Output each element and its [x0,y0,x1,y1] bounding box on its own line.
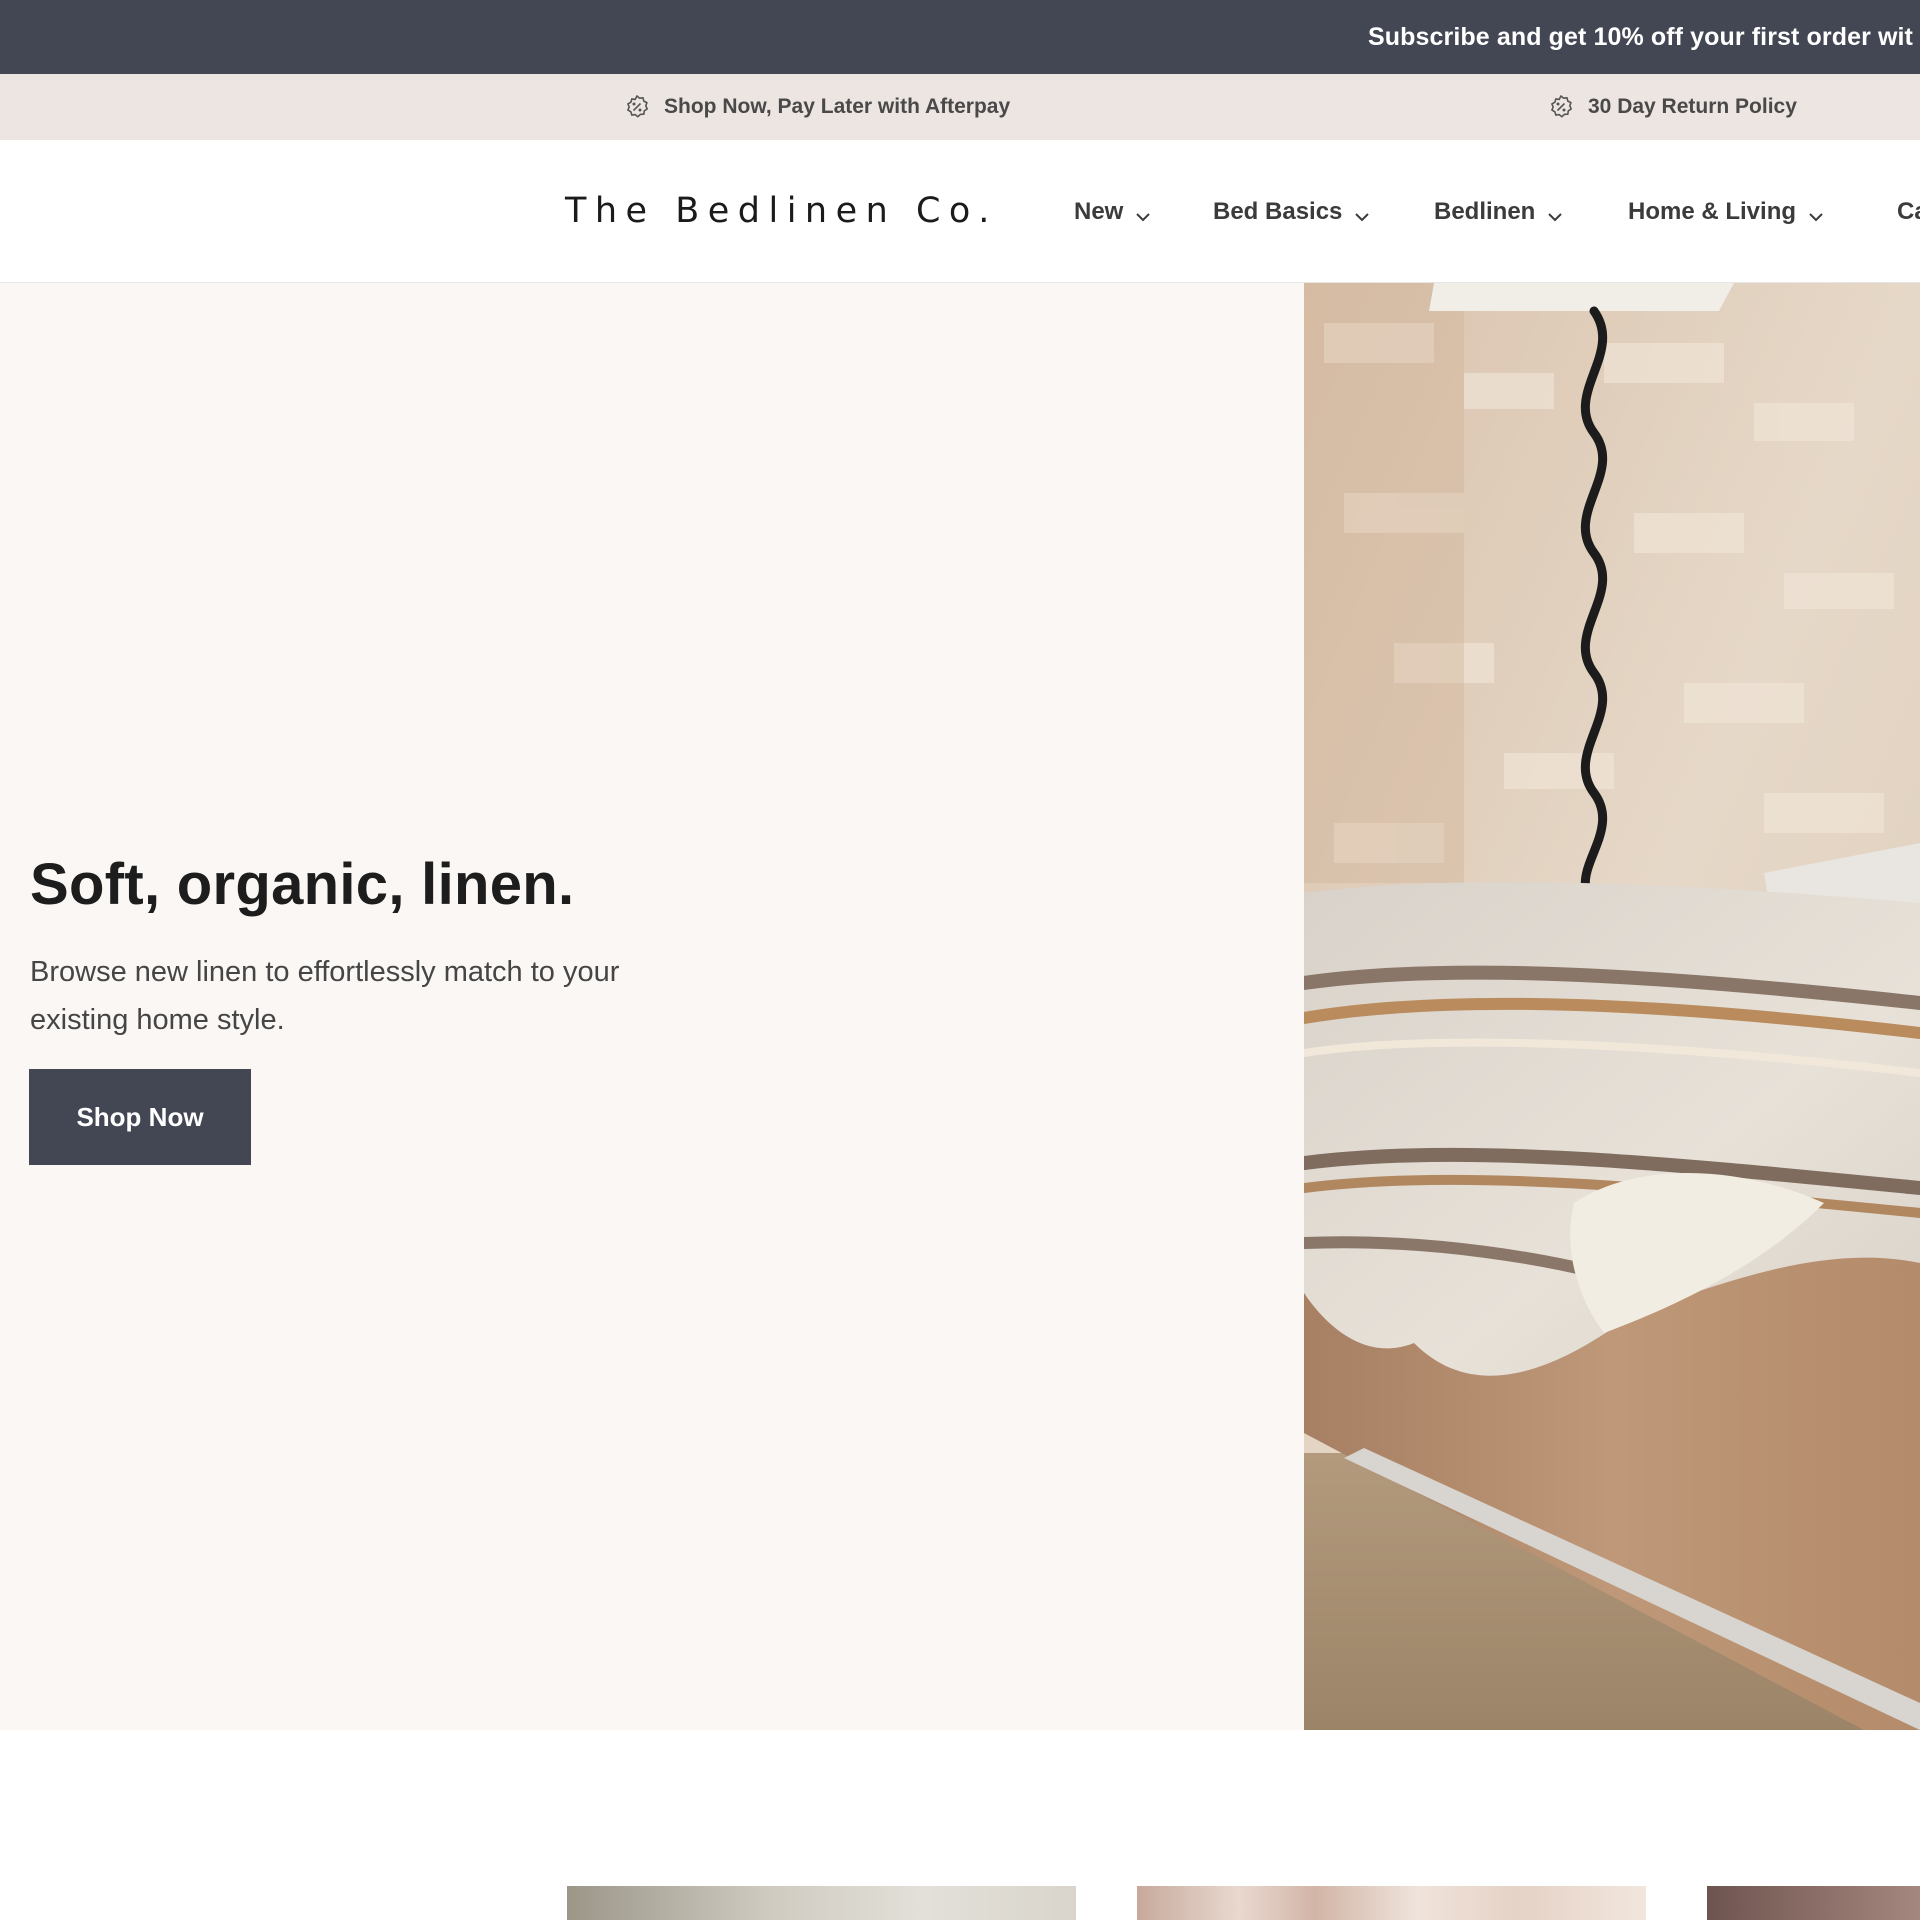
hero-subtitle: Browse new linen to effortlessly match t… [30,956,620,1036]
announcement-bar: Subscribe and get 10% off your first ord… [0,0,1920,74]
nav-item-bed-basics[interactable]: Bed Basics [1213,140,1370,282]
discount-badge-icon [624,94,650,120]
nav-item-label: Home & Living [1628,197,1797,225]
nav-item-label: Ca [1897,197,1920,225]
collections-section [0,1730,1920,1920]
chevron-down-icon [1354,204,1370,221]
discount-badge-icon [1548,94,1574,120]
chevron-down-icon [1808,204,1824,221]
site-header: The Bedlinen Co. New Bed Basics Bedlinen… [0,140,1920,283]
nav-item-new[interactable]: New [1074,140,1151,282]
hero-section: Soft, organic, linen. Browse new linen t… [0,283,1920,1730]
nav-item-label: Bed Basics [1213,197,1343,225]
usp-bar: Shop Now, Pay Later with Afterpay 30 Day… [0,74,1920,140]
shop-now-button[interactable]: Shop Now [29,1069,251,1165]
hero-bedroom-image[interactable] [1304,283,1920,1730]
collection-tile[interactable] [567,1886,1076,1920]
chevron-down-icon [1547,204,1563,221]
nav-item-label: Bedlinen [1434,197,1536,225]
nav-item-label: New [1074,197,1124,225]
page: Subscribe and get 10% off your first ord… [0,0,1920,1920]
usp-afterpay-label: Shop Now, Pay Later with Afterpay [664,95,1011,118]
usp-afterpay: Shop Now, Pay Later with Afterpay [624,74,1010,140]
nav-item-home-living[interactable]: Home & Living [1628,140,1824,282]
collection-tile[interactable] [1707,1886,1920,1920]
nav-item-bedlinen[interactable]: Bedlinen [1434,140,1563,282]
announcement-text[interactable]: Subscribe and get 10% off your first ord… [1368,0,1913,74]
nav-item-cut-off[interactable]: Ca [1897,140,1920,282]
hero-title: Soft, organic, linen. [30,852,575,917]
usp-returns-label: 30 Day Return Policy [1588,95,1797,118]
collection-tile[interactable] [1137,1886,1646,1920]
usp-returns: 30 Day Return Policy [1548,74,1797,140]
site-logo[interactable]: The Bedlinen Co. [565,140,998,282]
chevron-down-icon [1135,204,1151,221]
